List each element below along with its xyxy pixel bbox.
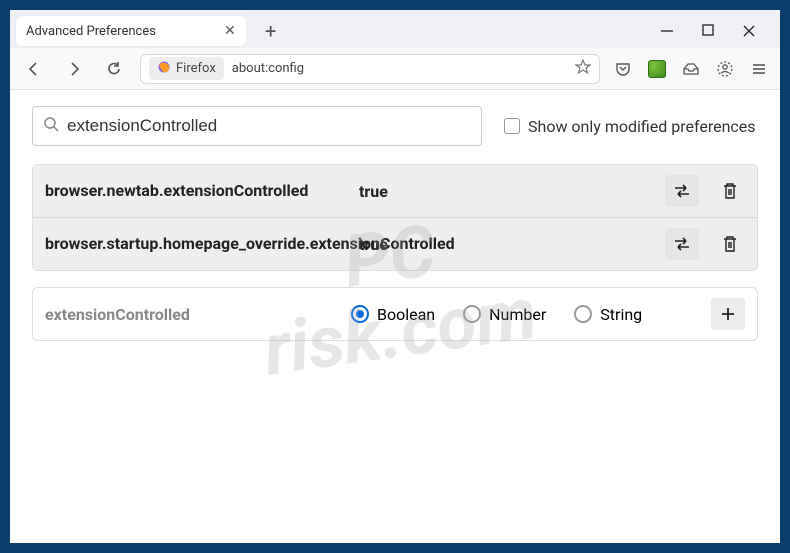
radio-number[interactable]: Number	[463, 305, 546, 324]
search-icon	[43, 116, 59, 136]
radio-unchecked-icon	[574, 305, 592, 323]
firefox-icon	[157, 60, 171, 77]
delete-button[interactable]	[715, 235, 745, 253]
add-pref-name: extensionControlled	[45, 305, 345, 324]
radio-checked-icon	[351, 305, 369, 323]
pref-row: browser.newtab.extensionControlled true	[33, 165, 757, 217]
radio-label: Number	[489, 305, 546, 324]
pref-name: browser.startup.homepage_override.extens…	[45, 234, 345, 255]
pocket-icon[interactable]	[612, 58, 634, 80]
address-bar[interactable]: Firefox about:config	[140, 54, 600, 84]
extension-icon[interactable]	[646, 58, 668, 80]
toggle-button[interactable]	[665, 228, 699, 260]
pref-value: true	[359, 182, 388, 201]
url-text: about:config	[232, 61, 304, 76]
new-tab-button[interactable]: +	[260, 20, 282, 42]
type-radio-group: Boolean Number String	[351, 305, 642, 324]
add-pref-row: extensionControlled Boolean Number Strin…	[32, 287, 758, 341]
search-row: Show only modified preferences	[32, 106, 758, 146]
identity-chip[interactable]: Firefox	[149, 57, 224, 80]
forward-button[interactable]	[60, 55, 88, 83]
pref-value: true	[359, 235, 388, 254]
radio-boolean[interactable]: Boolean	[351, 305, 435, 324]
checkbox-unchecked[interactable]	[504, 118, 520, 134]
toggle-button[interactable]	[665, 175, 699, 207]
radio-unchecked-icon	[463, 305, 481, 323]
account-icon[interactable]	[714, 58, 736, 80]
browser-tab[interactable]: Advanced Preferences ✕	[16, 16, 246, 46]
menu-button[interactable]	[748, 58, 770, 80]
refresh-button[interactable]	[100, 55, 128, 83]
show-only-modified-label: Show only modified preferences	[528, 117, 756, 136]
add-button[interactable]	[711, 298, 745, 330]
nav-toolbar: Firefox about:config	[10, 48, 780, 90]
identity-label: Firefox	[176, 61, 216, 76]
minimize-button[interactable]	[660, 24, 674, 38]
browser-window: Advanced Preferences ✕ +	[10, 10, 780, 543]
window-controls	[660, 24, 780, 38]
delete-button[interactable]	[715, 182, 745, 200]
radio-label: String	[600, 305, 642, 324]
bookmark-star-icon[interactable]	[575, 59, 591, 79]
titlebar: Advanced Preferences ✕ +	[10, 10, 780, 48]
close-window-button[interactable]	[742, 24, 756, 38]
tab-title: Advanced Preferences	[26, 24, 156, 39]
search-input[interactable]	[67, 116, 471, 136]
pref-name: browser.newtab.extensionControlled	[45, 181, 345, 202]
back-button[interactable]	[20, 55, 48, 83]
radio-string[interactable]: String	[574, 305, 642, 324]
pref-row: browser.startup.homepage_override.extens…	[33, 217, 757, 270]
close-tab-icon[interactable]: ✕	[224, 23, 236, 39]
inbox-icon[interactable]	[680, 58, 702, 80]
radio-label: Boolean	[377, 305, 435, 324]
search-box[interactable]	[32, 106, 482, 146]
prefs-list: browser.newtab.extensionControlled true …	[32, 164, 758, 271]
maximize-button[interactable]	[702, 24, 714, 38]
show-only-modified[interactable]: Show only modified preferences	[504, 117, 756, 136]
about-config-page: PC risk.com Show only modified preferenc…	[10, 90, 780, 543]
